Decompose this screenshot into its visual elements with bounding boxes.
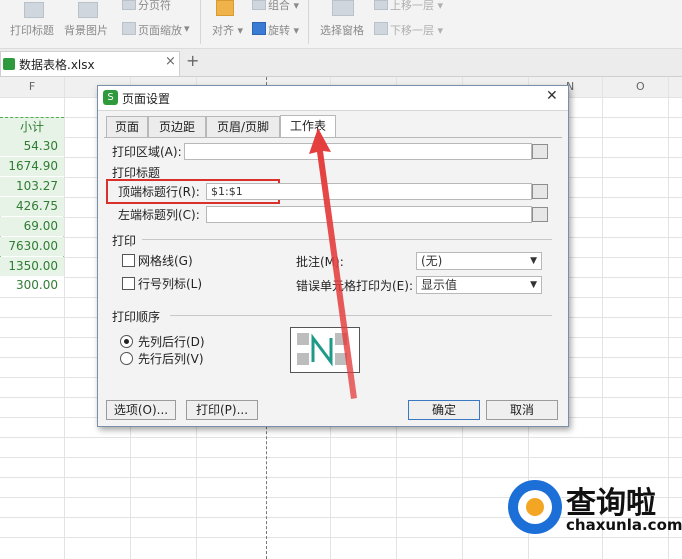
brand-url: chaxunla.com — [566, 516, 682, 534]
brand-logo — [508, 480, 562, 534]
annotation-arrow — [309, 128, 357, 399]
